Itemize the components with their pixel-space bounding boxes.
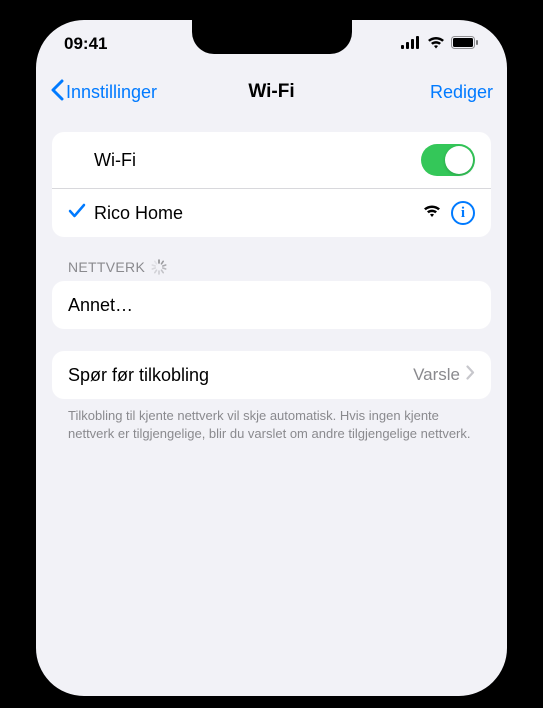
wifi-toggle-label: Wi-Fi xyxy=(94,150,421,171)
spinner-icon xyxy=(151,259,167,275)
status-time: 09:41 xyxy=(64,34,107,54)
nav-bar: Innstillinger Wi-Fi Rediger xyxy=(36,68,507,116)
connected-network-name: Rico Home xyxy=(94,203,423,224)
wifi-toggle-row: Wi-Fi xyxy=(52,132,491,189)
back-label: Innstillinger xyxy=(66,82,157,103)
ask-label: Spør før tilkobling xyxy=(68,365,413,386)
info-icon[interactable]: i xyxy=(451,201,475,225)
other-network-label: Annet… xyxy=(68,295,475,316)
chevron-left-icon xyxy=(50,79,64,106)
ask-footer: Tilkobling til kjente nettverk vil skje … xyxy=(52,407,491,443)
edit-button[interactable]: Rediger xyxy=(430,82,493,103)
networks-header-label: NETTVERK xyxy=(68,259,145,275)
ask-to-join-row[interactable]: Spør før tilkobling Varsle xyxy=(52,351,491,399)
cellular-icon xyxy=(401,34,421,54)
wifi-toggle[interactable] xyxy=(421,144,475,176)
checkmark-icon xyxy=(68,203,86,224)
phone-frame: 09:41 Innstillinger Wi-Fi Rediger xyxy=(24,8,519,708)
ask-group: Spør før tilkobling Varsle xyxy=(52,351,491,399)
chevron-right-icon xyxy=(466,365,475,385)
connected-network-row[interactable]: Rico Home i xyxy=(52,189,491,237)
battery-icon xyxy=(451,34,479,54)
other-network-row[interactable]: Annet… xyxy=(52,281,491,329)
wifi-group: Wi-Fi Rico Home i xyxy=(52,132,491,237)
ask-value: Varsle xyxy=(413,365,460,385)
wifi-signal-icon xyxy=(423,204,441,223)
wifi-status-icon xyxy=(427,34,445,54)
networks-group: Annet… xyxy=(52,281,491,329)
back-button[interactable]: Innstillinger xyxy=(50,79,157,106)
networks-header: NETTVERK xyxy=(52,259,491,281)
notch xyxy=(192,20,352,54)
page-title: Wi-Fi xyxy=(248,81,294,103)
